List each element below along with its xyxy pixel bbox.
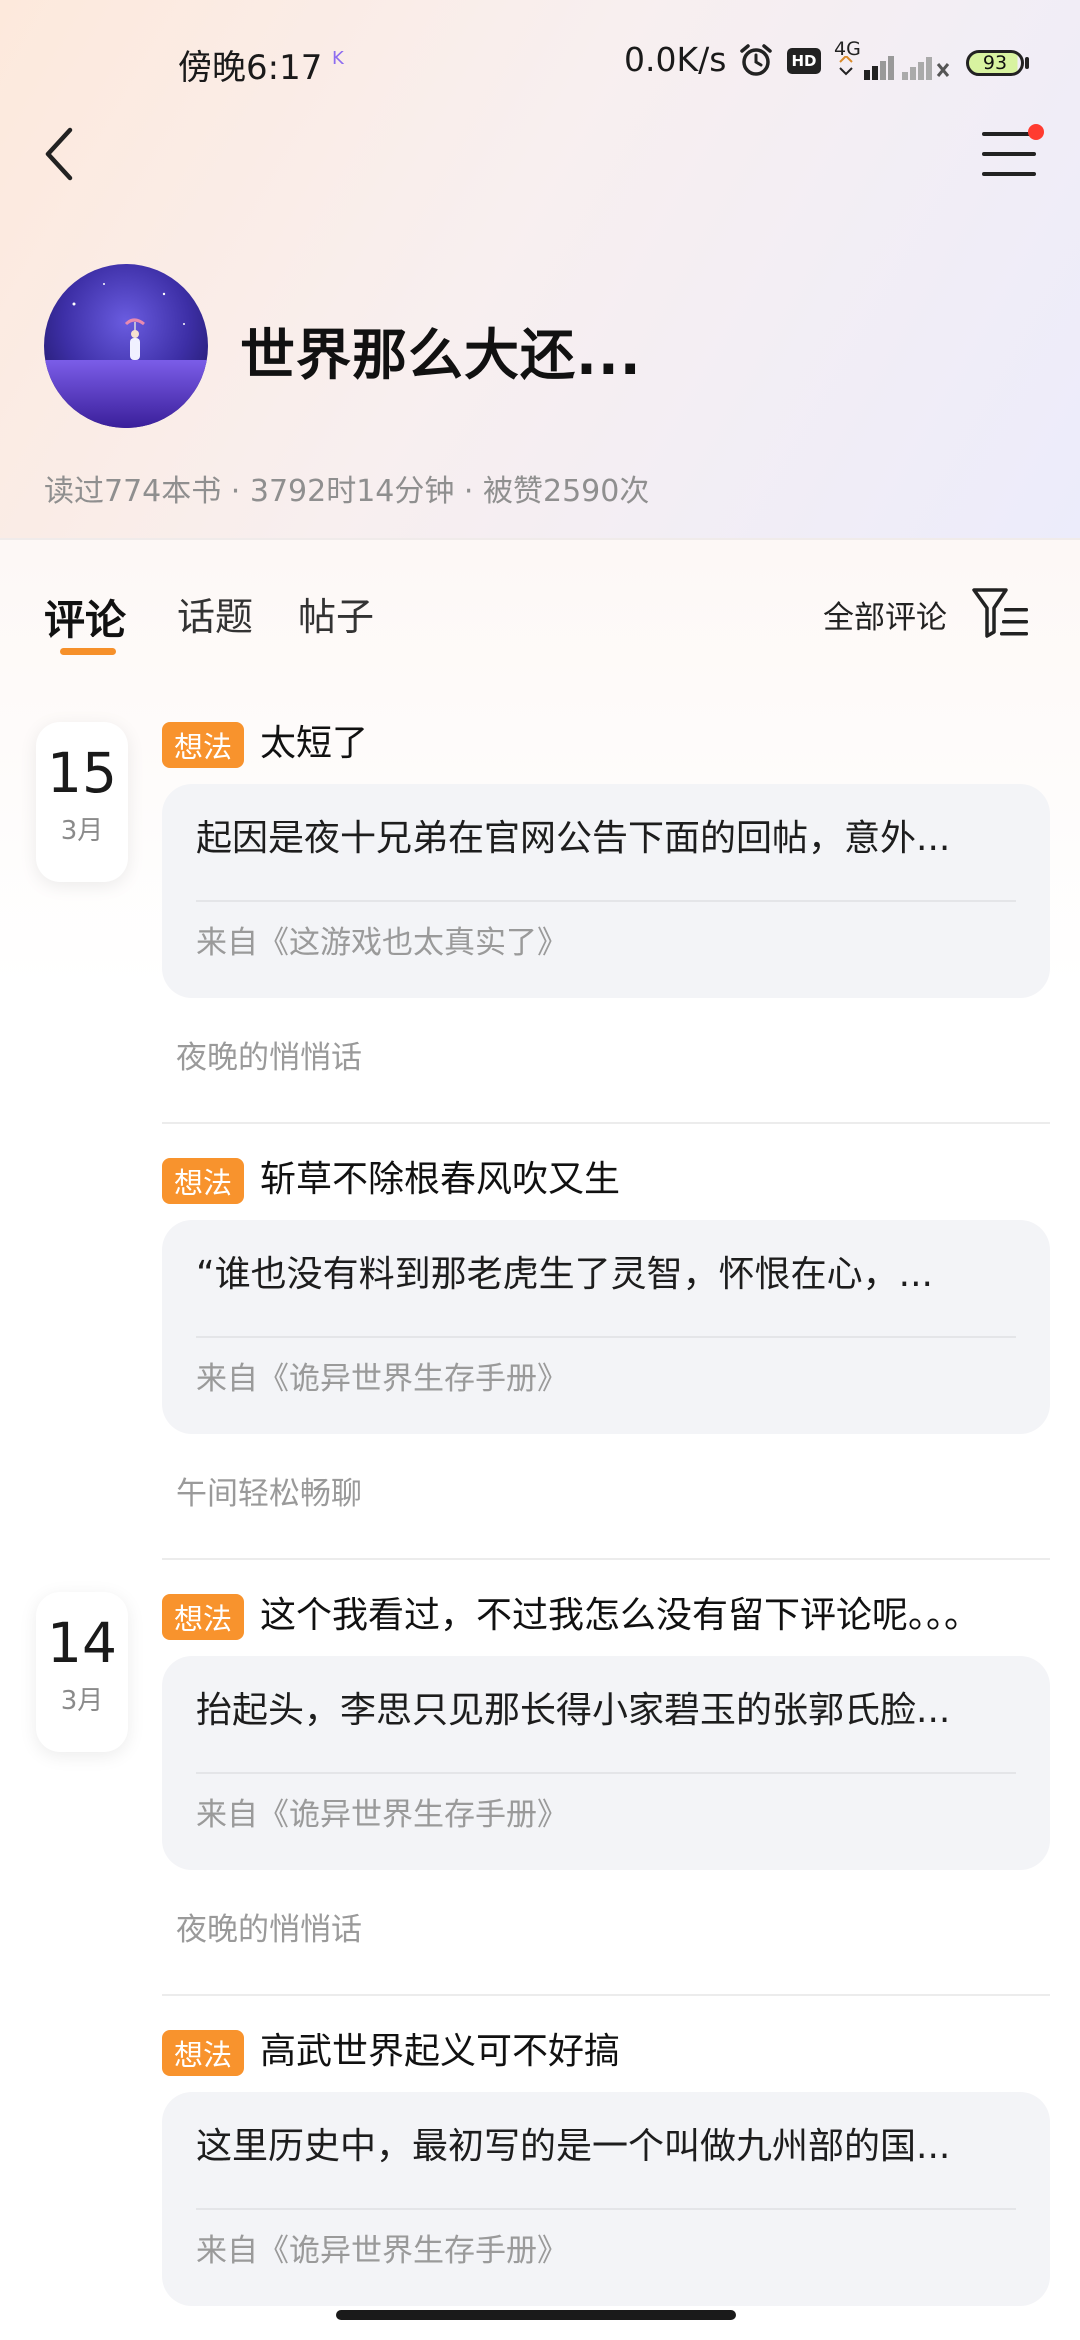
quote-card[interactable]: 起因是夜十兄弟在官网公告下面的回帖，意外... 来自《这游戏也太真实了》 — [162, 784, 1050, 998]
book-source[interactable]: 来自《诡异世界生存手册》 — [196, 2226, 568, 2276]
post-title[interactable]: 这个我看过，不过我怎么没有留下评论呢。。。 — [260, 1588, 980, 1644]
post-topic[interactable]: 夜晚的悄悄话 — [176, 1904, 362, 1949]
quote-excerpt: 抬起头，李思只见那长得小家碧玉的张郭氏脸... — [196, 1690, 951, 1731]
avatar[interactable] — [44, 264, 208, 428]
header-divider — [0, 538, 1080, 540]
filter-dropdown[interactable]: 全部评论 — [823, 592, 947, 637]
book-source[interactable]: 来自《诡异世界生存手册》 — [196, 1354, 568, 1404]
filter-icon[interactable] — [970, 584, 1032, 640]
list-item[interactable]: 想法 高武世界起义可不好搞 这里历史中，最初写的是一个叫做九州部的国... 来自… — [162, 2024, 1050, 2324]
card-divider — [196, 900, 1016, 902]
post-topic[interactable]: 午间轻松畅聊 — [176, 1468, 362, 1513]
active-tab-indicator — [60, 648, 116, 655]
quote-excerpt: “谁也没有料到那老虎生了灵智，怀恨在心，... — [196, 1254, 933, 1295]
quote-excerpt: 起因是夜十兄弟在官网公告下面的回帖，意外... — [196, 818, 951, 859]
tab-topics[interactable]: 话题 — [177, 586, 253, 641]
notification-dot — [1028, 124, 1044, 140]
profile-name: 世界那么大还... — [240, 323, 642, 387]
date-badge: 15 3月 — [36, 722, 128, 882]
quote-card[interactable]: “谁也没有料到那老虎生了灵智，怀恨在心，... 来自《诡异世界生存手册》 — [162, 1220, 1050, 1434]
signal-icon — [839, 56, 894, 80]
tab-posts[interactable]: 帖子 — [298, 586, 374, 641]
post-topic[interactable]: 夜晚的悄悄话 — [176, 1032, 362, 1077]
thought-tag: 想法 — [162, 722, 244, 768]
thought-tag: 想法 — [162, 2030, 244, 2076]
status-indicator: K — [332, 48, 344, 69]
hd-icon: HD — [787, 48, 821, 74]
post-divider — [162, 1558, 1050, 1560]
tab-comments[interactable]: 评论 — [44, 586, 126, 646]
post-title[interactable]: 太短了 — [260, 716, 368, 772]
battery-icon: 93 — [966, 50, 1024, 76]
post-divider — [162, 1994, 1050, 1996]
profile-stats: 读过774本书 · 3792时14分钟 · 被赞2590次 — [44, 474, 650, 509]
card-divider — [196, 1772, 1016, 1774]
date-badge: 14 3月 — [36, 1592, 128, 1752]
thought-tag: 想法 — [162, 1594, 244, 1640]
status-time: 傍晚6:17 — [178, 48, 323, 88]
date-day: 15 — [47, 741, 117, 805]
back-button[interactable] — [40, 122, 80, 186]
book-source[interactable]: 来自《这游戏也太真实了》 — [196, 918, 568, 968]
book-source[interactable]: 来自《诡异世界生存手册》 — [196, 1790, 568, 1840]
list-item[interactable]: 想法 这个我看过，不过我怎么没有留下评论呢。。。 抬起头，李思只见那长得小家碧玉… — [162, 1588, 1050, 2018]
thought-tag: 想法 — [162, 1158, 244, 1204]
alarm-icon — [740, 44, 772, 76]
post-title[interactable]: 斩草不除根春风吹又生 — [260, 1152, 620, 1208]
list-item[interactable]: 想法 斩草不除根春风吹又生 “谁也没有料到那老虎生了灵智，怀恨在心，... 来自… — [162, 1152, 1050, 1582]
card-divider — [196, 2208, 1016, 2210]
quote-excerpt: 这里历史中，最初写的是一个叫做九州部的国... — [196, 2126, 951, 2167]
network-speed: 0.0K/s — [624, 40, 727, 79]
post-divider — [162, 1122, 1050, 1124]
status-bar: 傍晚6:17 K 0.0K/s HD 4G 93 — [0, 0, 1080, 120]
date-month: 3月 — [60, 816, 104, 846]
signal-icon-secondary — [902, 57, 950, 80]
post-title[interactable]: 高武世界起义可不好搞 — [260, 2024, 620, 2080]
card-divider — [196, 1336, 1016, 1338]
quote-card[interactable]: 这里历史中，最初写的是一个叫做九州部的国... 来自《诡异世界生存手册》 — [162, 2092, 1050, 2306]
list-item[interactable]: 想法 太短了 起因是夜十兄弟在官网公告下面的回帖，意外... 来自《这游戏也太真… — [162, 716, 1050, 1146]
battery-tip — [1025, 57, 1029, 69]
date-month: 3月 — [60, 1686, 104, 1716]
home-indicator[interactable] — [336, 2310, 736, 2320]
date-day: 14 — [47, 1611, 117, 1675]
quote-card[interactable]: 抬起头，李思只见那长得小家碧玉的张郭氏脸... 来自《诡异世界生存手册》 — [162, 1656, 1050, 1870]
